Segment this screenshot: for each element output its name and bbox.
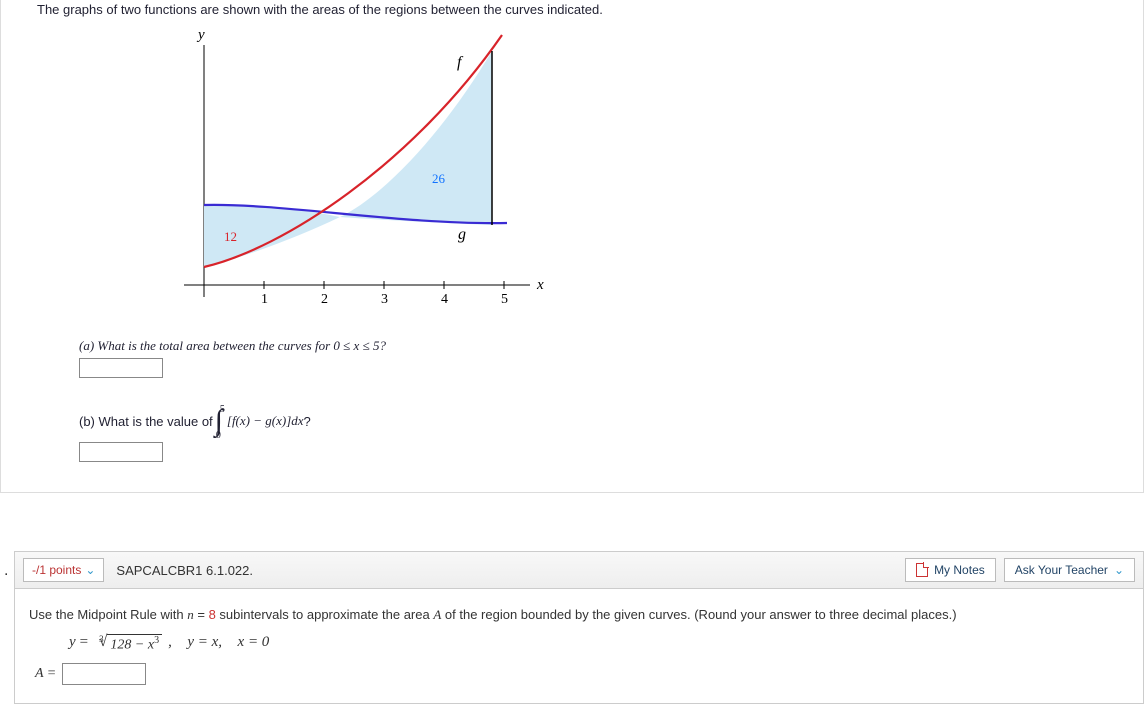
points-dropdown[interactable]: -/1 points ⌄ xyxy=(23,558,104,582)
question-toolbar-wrap: . -/1 points ⌄ SAPCALCBR1 6.1.022. My No… xyxy=(0,551,1144,704)
my-notes-label: My Notes xyxy=(934,563,985,577)
chevron-down-icon: ⌄ xyxy=(85,563,95,577)
A-equals-label: A = xyxy=(35,666,56,682)
tick-1: 1 xyxy=(261,292,268,307)
problem-2-answer: A = xyxy=(35,663,1129,685)
tick-3: 3 xyxy=(381,292,388,307)
part-b-text: (b) What is the value of ∫ 5 0 [f(x) − g… xyxy=(79,404,1117,438)
notes-icon xyxy=(916,563,928,577)
tick-2: 2 xyxy=(321,292,328,307)
points-label: -/1 points xyxy=(32,563,81,577)
x-axis-label: x xyxy=(536,277,544,293)
area-2-label: 26 xyxy=(432,171,446,186)
chevron-down-icon: ⌄ xyxy=(1114,563,1124,577)
part-a-text: (a) What is the total area between the c… xyxy=(79,338,1117,354)
problem-2-prompt: Use the Midpoint Rule with n = 8 subinte… xyxy=(29,607,1129,623)
problem-2-input[interactable] xyxy=(62,663,146,685)
cube-root: 3 √ 128 − x3 xyxy=(94,633,162,653)
f-label: f xyxy=(457,54,464,71)
problem-2: Use the Midpoint Rule with n = 8 subinte… xyxy=(14,589,1144,704)
bullet-icon: . xyxy=(4,562,8,580)
integral-expression: ∫ 5 0 [f(x) − g(x)]dx xyxy=(215,404,304,438)
question-id: SAPCALCBR1 6.1.022. xyxy=(116,563,253,578)
part-a-input[interactable] xyxy=(79,358,163,378)
area-1-label: 12 xyxy=(224,229,237,244)
ask-teacher-label: Ask Your Teacher xyxy=(1015,563,1108,577)
tick-4: 4 xyxy=(441,292,448,307)
equation-line: y = 3 √ 128 − x3 , y = x, x = 0 xyxy=(69,633,1129,653)
problem-1: The graphs of two functions are shown wi… xyxy=(0,0,1144,493)
problem-1-prompt: The graphs of two functions are shown wi… xyxy=(37,2,1117,17)
g-label: g xyxy=(458,226,466,243)
graph: 1 2 3 4 5 x y 12 26 f g xyxy=(142,25,1117,318)
y-axis-label: y xyxy=(196,27,205,43)
ask-teacher-button[interactable]: Ask Your Teacher ⌄ xyxy=(1004,558,1135,582)
my-notes-button[interactable]: My Notes xyxy=(905,558,996,582)
question-toolbar: -/1 points ⌄ SAPCALCBR1 6.1.022. My Note… xyxy=(14,551,1144,589)
tick-5: 5 xyxy=(501,292,508,307)
graph-svg: 1 2 3 4 5 x y 12 26 f g xyxy=(142,25,562,315)
part-b-input[interactable] xyxy=(79,442,163,462)
